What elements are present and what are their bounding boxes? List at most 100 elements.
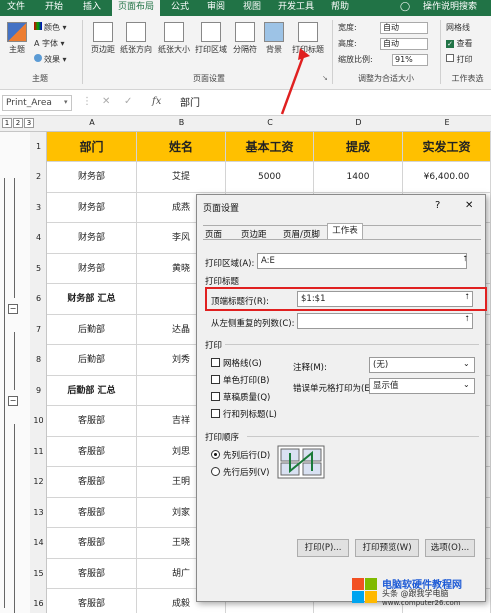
table-cell[interactable]: 后勤部 [47,345,137,376]
table-cell[interactable]: 客服部 [47,406,137,437]
chevron-down-icon[interactable]: ⌄ [463,359,470,368]
width-select[interactable]: 自动 [380,22,428,34]
tab-developer[interactable]: 开发工具 [272,0,320,16]
table-cell[interactable]: 客服部 [47,497,137,528]
tab-view[interactable]: 视图 [236,0,268,16]
options-button[interactable]: 选项(O)... [425,539,475,557]
tab-help[interactable]: 帮助 [324,0,356,16]
chevron-down-icon[interactable]: ⌄ [463,380,470,389]
table-cell[interactable]: 财务部 [47,223,137,254]
table-cell[interactable]: 后勤部 汇总 [47,375,137,406]
table-cell[interactable]: ¥6,400.00 [403,162,491,193]
effects-button[interactable]: 效果 ▾ [34,54,67,66]
help-button[interactable]: ? [435,200,440,211]
collapse-group-button[interactable]: − [8,304,18,314]
column-header-a[interactable]: A [47,118,137,127]
chevron-down-icon[interactable]: ▾ [64,98,68,106]
view-gridlines-checkbox[interactable]: ✓ 查看 [446,38,473,50]
lightbulb-icon: ◯ [400,2,411,12]
print-button[interactable]: 打印(P)... [297,539,349,557]
header-cell-net-pay[interactable]: 实发工资 [403,132,491,162]
row-header[interactable]: 10 [30,406,47,437]
themes-button[interactable]: 主题 [4,22,30,55]
column-header-e[interactable]: E [403,118,491,127]
name-box[interactable]: Print_Area [2,95,72,111]
row-header[interactable]: 12 [30,467,47,498]
header-cell-dept[interactable]: 部门 [47,132,137,162]
over-then-down-radio[interactable] [211,467,220,476]
black-and-white-checkbox[interactable] [211,375,220,384]
print-gridlines-checkbox[interactable]: 打印 [446,54,473,66]
table-cell[interactable]: 客服部 [47,589,137,613]
comments-select[interactable]: (无) [369,357,475,373]
tab-file[interactable]: 文件 [4,0,28,16]
table-cell[interactable]: 艾提 [137,162,226,193]
print-area-button[interactable]: 打印区域 [193,22,229,55]
insert-function-icon[interactable]: fx [152,96,161,107]
table-cell[interactable]: 客服部 [47,528,137,559]
margins-button[interactable]: 页边距 [88,22,118,55]
tab-page-layout[interactable]: 页面布局 [112,0,160,16]
table-cell[interactable]: 客服部 [47,467,137,498]
table-cell[interactable]: 客服部 [47,436,137,467]
enter-icon[interactable]: ✓ [124,96,132,107]
table-cell[interactable]: 财务部 [47,253,137,284]
table-cell[interactable]: 后勤部 [47,314,137,345]
size-button[interactable]: 纸张大小 [156,22,192,55]
table-cell[interactable]: 财务部 [47,192,137,223]
down-then-over-radio[interactable] [211,450,220,459]
orientation-button[interactable]: 纸张方向 [118,22,154,55]
table-cell[interactable]: 客服部 [47,558,137,589]
left-columns-input[interactable] [297,313,473,329]
fonts-button[interactable]: A 字体 ▾ [34,38,65,50]
scale-spinner[interactable]: 91% [392,54,428,66]
row-header[interactable]: 7 [30,315,47,346]
tab-formulas[interactable]: 公式 [164,0,196,16]
header-cell-commission[interactable]: 提成 [314,132,403,162]
table-cell[interactable]: 1400 [314,162,403,193]
outline-level-1[interactable]: 1 [2,118,12,128]
errors-select[interactable]: 显示值 [369,378,475,394]
tab-insert[interactable]: 插入 [76,0,108,16]
outline-level-2[interactable]: 2 [13,118,23,128]
row-header[interactable]: 4 [30,223,47,254]
table-cell[interactable]: 财务部 汇总 [47,284,137,315]
row-col-headings-checkbox[interactable] [211,409,220,418]
table-cell[interactable]: 财务部 [47,162,137,193]
tab-home[interactable]: 开始 [36,0,72,16]
tab-review[interactable]: 审阅 [200,0,232,16]
header-cell-base-salary[interactable]: 基本工资 [226,132,314,162]
row-header[interactable]: 6 [30,284,47,315]
draft-quality-checkbox[interactable] [211,392,220,401]
print-preview-button[interactable]: 打印预览(W) [355,539,419,557]
cancel-icon[interactable]: ✕ [102,96,110,107]
row-header[interactable]: 15 [30,559,47,590]
outline-level-3[interactable]: 3 [24,118,34,128]
close-button[interactable]: ✕ [465,200,473,211]
breaks-button[interactable]: 分隔符 [230,22,260,55]
tab-sheet[interactable]: 工作表 [327,223,363,240]
header-cell-name[interactable]: 姓名 [137,132,226,162]
row-header[interactable]: 5 [30,254,47,285]
row-header[interactable]: 2 [30,162,47,193]
column-header-b[interactable]: B [137,118,226,127]
table-cell[interactable]: 5000 [226,162,314,193]
colors-button[interactable]: 颜色 ▾ [34,22,67,34]
print-area-input[interactable]: A:E [257,253,467,269]
row-header[interactable]: 3 [30,193,47,224]
tell-me-search[interactable]: 操作说明搜索 [412,0,488,16]
collapse-dialog-icon[interactable]: ⭡ [459,254,471,268]
row-header[interactable]: 11 [30,437,47,468]
outline-bracket [4,178,5,608]
row-header[interactable]: 13 [30,498,47,529]
row-header[interactable]: 8 [30,345,47,376]
row-header[interactable]: 9 [30,376,47,407]
collapse-dialog-icon[interactable]: ⭡ [461,314,473,328]
collapse-group-button[interactable]: − [8,396,18,406]
row-header[interactable]: 14 [30,528,47,559]
gridlines-checkbox[interactable] [211,358,220,367]
height-select[interactable]: 自动 [380,38,428,50]
row-header[interactable]: 1 [30,132,47,162]
formula-input[interactable]: 部门 [180,94,200,109]
row-header[interactable]: 16 [30,589,47,613]
